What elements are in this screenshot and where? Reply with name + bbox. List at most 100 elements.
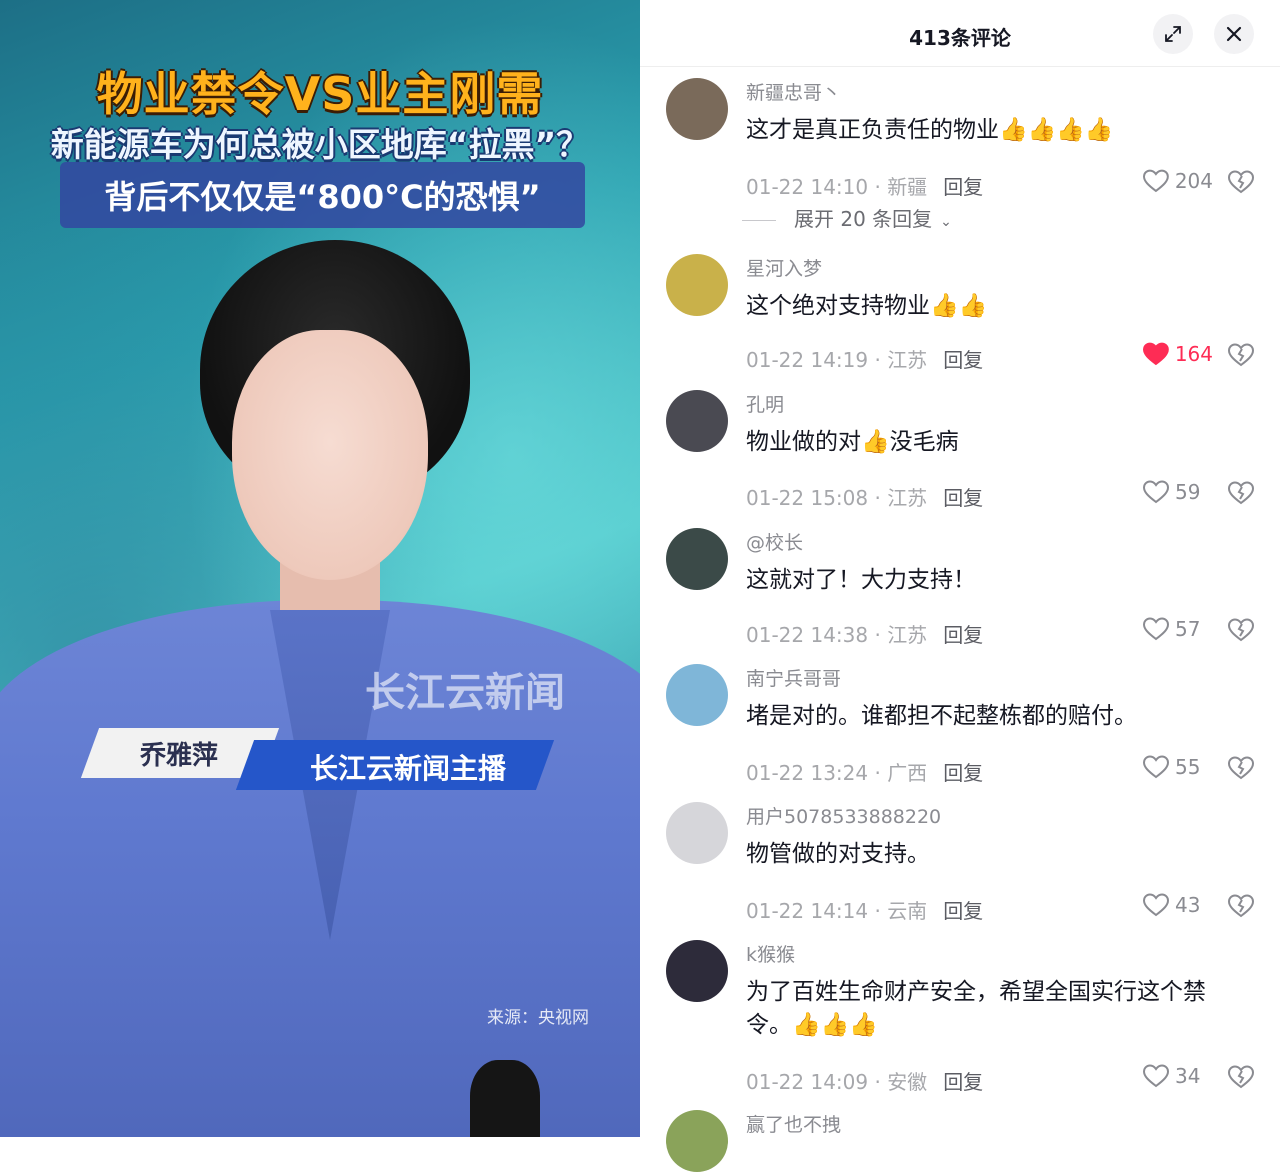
meta-separator: · [868, 486, 888, 510]
like-count: 55 [1175, 755, 1201, 779]
anchor-title: 长江云新闻主播 [310, 752, 507, 785]
comment-text: 物管做的对支持。 [746, 841, 930, 867]
anchor-name: 乔雅萍 [140, 741, 219, 771]
heart-icon [1143, 1064, 1169, 1088]
comment-time: 01-22 14:19 [746, 348, 869, 372]
broken-heart-icon [1227, 894, 1255, 918]
avatar[interactable] [666, 664, 728, 726]
expand-replies-link[interactable]: 展开 20 条回复 ⌄ [742, 203, 952, 232]
heart-icon [1143, 169, 1169, 193]
comment-username[interactable]: 南宁兵哥哥 [746, 664, 841, 691]
video-source: 来源：央视网 [487, 1008, 589, 1028]
heart-icon [1143, 617, 1169, 641]
meta-separator: · [868, 899, 888, 923]
avatar[interactable] [666, 1110, 728, 1172]
like-button[interactable]: 43 [1143, 893, 1213, 917]
like-count: 59 [1175, 480, 1201, 504]
dislike-button[interactable] [1227, 894, 1255, 920]
chevron-down-icon: ⌄ [940, 214, 952, 230]
broken-heart-icon [1227, 170, 1255, 194]
comment-text: 这才是真正负责任的物业👍👍👍👍 [746, 117, 1114, 143]
avatar[interactable] [666, 802, 728, 864]
dislike-button[interactable] [1227, 343, 1255, 369]
comment-username[interactable]: 星河入梦 [746, 254, 822, 281]
close-icon [1226, 26, 1242, 42]
reply-button[interactable]: 回复 [943, 761, 983, 785]
like-button[interactable]: 204 [1143, 169, 1213, 193]
comment-region: 云南 [887, 899, 928, 923]
comment-username[interactable]: @校长 [746, 528, 803, 555]
avatar[interactable] [666, 940, 728, 1002]
heart-icon [1143, 342, 1169, 366]
video-frame[interactable]: 物业禁令VS业主刚需 新能源车为何总被小区地库“拉黑”？ 背后不仅仅是“800°… [0, 0, 640, 1137]
comments-panel: 413条评论 新疆忠哥丶这才是真正负责任的物业👍👍👍👍 01-22 14:10 ·… [640, 0, 1280, 1172]
dislike-button[interactable] [1227, 1065, 1255, 1091]
comment-username[interactable]: 新疆忠哥丶 [746, 78, 841, 105]
comment-text: 堵是对的。谁都担不起整栋都的赔付。 [746, 703, 1137, 729]
broken-heart-icon [1227, 756, 1255, 780]
divider-line [742, 220, 776, 221]
comment-meta: 01-22 15:08 · 江苏 回复 [746, 482, 983, 511]
broken-heart-icon [1227, 343, 1255, 367]
like-button[interactable]: 55 [1143, 755, 1213, 779]
like-button[interactable]: 34 [1143, 1064, 1213, 1088]
comment-region: 江苏 [887, 348, 928, 372]
comment-time: 01-22 13:24 [746, 761, 869, 785]
comment-region: 安徽 [887, 1070, 928, 1094]
comments-header: 413条评论 [640, 0, 1280, 67]
like-button[interactable]: 57 [1143, 617, 1213, 641]
like-button[interactable]: 59 [1143, 480, 1213, 504]
comment-username[interactable]: 赢了也不拽 [746, 1110, 841, 1137]
comment-meta: 01-22 13:24 · 广西 回复 [746, 757, 983, 786]
dislike-button[interactable] [1227, 170, 1255, 196]
comment-region: 江苏 [887, 623, 928, 647]
meta-separator: · [868, 1070, 888, 1094]
dislike-button[interactable] [1227, 618, 1255, 644]
reply-button[interactable]: 回复 [943, 486, 983, 510]
heart-icon [1143, 893, 1169, 917]
dislike-button[interactable] [1227, 481, 1255, 507]
video-headline: 物业禁令VS业主刚需 [96, 67, 544, 121]
like-count: 34 [1175, 1064, 1201, 1088]
expand-arrows-icon [1165, 26, 1181, 42]
close-button[interactable] [1214, 14, 1254, 54]
reply-button[interactable]: 回复 [943, 899, 983, 923]
dislike-button[interactable] [1227, 756, 1255, 782]
microphone [470, 1060, 540, 1137]
comment-meta: 01-22 14:10 · 新疆 回复 [746, 171, 983, 200]
like-button[interactable]: 164 [1143, 342, 1213, 366]
avatar[interactable] [666, 528, 728, 590]
broken-heart-icon [1227, 1065, 1255, 1089]
comment-username[interactable]: 用户5078533888220 [746, 802, 941, 829]
comment-username[interactable]: k猴猴 [746, 940, 795, 967]
avatar[interactable] [666, 78, 728, 140]
avatar[interactable] [666, 254, 728, 316]
meta-separator: · [868, 175, 888, 199]
reply-button[interactable]: 回复 [943, 175, 983, 199]
comment-time: 01-22 14:09 [746, 1070, 869, 1094]
comment-meta: 01-22 14:14 · 云南 回复 [746, 895, 983, 924]
broken-heart-icon [1227, 618, 1255, 642]
heart-icon [1143, 755, 1169, 779]
reply-button[interactable]: 回复 [943, 623, 983, 647]
reply-button[interactable]: 回复 [943, 1070, 983, 1094]
avatar[interactable] [666, 390, 728, 452]
like-count: 43 [1175, 893, 1201, 917]
comment-text: 这个绝对支持物业👍👍 [746, 293, 988, 319]
reply-button[interactable]: 回复 [943, 348, 983, 372]
expand-button[interactable] [1153, 14, 1193, 54]
comment-region: 新疆 [887, 175, 928, 199]
comment-text: 物业做的对👍没毛病 [746, 429, 959, 455]
comment-time: 01-22 14:38 [746, 623, 869, 647]
expand-replies-label: 展开 20 条回复 [794, 207, 933, 231]
like-count: 204 [1174, 169, 1213, 193]
meta-separator: · [868, 348, 888, 372]
comment-meta: 01-22 14:09 · 安徽 回复 [746, 1066, 983, 1095]
comment-meta: 01-22 14:38 · 江苏 回复 [746, 619, 983, 648]
comment-time: 01-22 14:10 [746, 175, 869, 199]
comment-text: 为了百姓生命财产安全，希望全国实行这个禁令。👍👍👍 [746, 979, 1206, 1038]
heart-icon [1143, 480, 1169, 504]
comment-username[interactable]: 孔明 [746, 390, 784, 417]
broken-heart-icon [1227, 481, 1255, 505]
comment-meta: 01-22 14:19 · 江苏 回复 [746, 344, 983, 373]
